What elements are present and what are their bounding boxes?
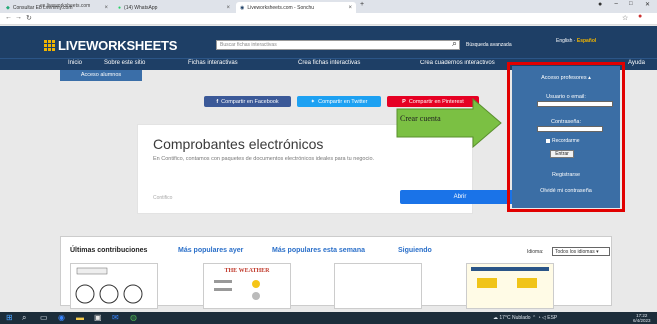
- search-input[interactable]: Buscar fichas interactivas: [216, 40, 460, 50]
- checkbox-icon: [546, 139, 550, 143]
- arrow-right-icon: [396, 98, 502, 148]
- ad-advertiser: Contifico: [153, 195, 173, 201]
- annotation-label: Crear cuenta: [400, 114, 441, 123]
- menu-item-about[interactable]: Sobre este sitio: [104, 60, 145, 66]
- edge-icon[interactable]: ◉: [58, 313, 65, 322]
- worksheet-thumbnail: [214, 280, 260, 300]
- forgot-password-link[interactable]: Olvidé mi contraseña: [512, 188, 620, 194]
- chrome-icon[interactable]: ◍: [130, 313, 137, 322]
- ad-open-button[interactable]: Abrir: [400, 190, 520, 204]
- weather-text[interactable]: 17°C Nublado: [499, 315, 530, 321]
- forward-icon[interactable]: →: [15, 14, 22, 21]
- remember-me-checkbox[interactable]: Recordarme: [546, 138, 580, 144]
- tab-favicon-icon: ◆: [6, 4, 10, 11]
- weather-icon: ☁: [493, 315, 498, 321]
- twitter-icon: ✦: [310, 98, 316, 105]
- tab-popular-yesterday[interactable]: Más populares ayer: [178, 247, 243, 254]
- site-logo[interactable]: LIVEWORKSHEETS: [44, 38, 177, 53]
- menu-item-inicio[interactable]: Inicio: [68, 60, 82, 66]
- back-icon[interactable]: ←: [5, 14, 12, 21]
- bookmark-star-icon[interactable]: ☆: [622, 14, 628, 22]
- language-filter-label: Idioma:: [527, 249, 544, 255]
- worksheet-card[interactable]: [466, 263, 554, 309]
- worksheet-card[interactable]: [334, 263, 422, 309]
- tab-latest[interactable]: Últimas contribuciones: [70, 247, 147, 254]
- ad-description: En Contifico, contamos con paquetes de d…: [153, 156, 375, 162]
- language-filter-select[interactable]: Todos los idiomas ▾: [552, 247, 610, 256]
- url-field[interactable]: es.liveworksheets.com: [40, 2, 620, 10]
- facebook-icon: f: [216, 98, 219, 105]
- lang-spanish-link[interactable]: Español: [577, 38, 596, 44]
- menu-item-help[interactable]: Ayuda: [628, 60, 645, 66]
- tab-popular-week[interactable]: Más populares esta semana: [272, 247, 365, 254]
- worksheet-card[interactable]: THE WEATHER: [203, 263, 291, 309]
- user-label: Usuario o email:: [546, 94, 586, 100]
- screenshot-root: ◆ Consultar Eb Lvemmy.com × ● (14) Whats…: [0, 0, 657, 324]
- share-label: Compartir en Twitter: [318, 98, 368, 105]
- login-submit-button[interactable]: Entrar: [550, 150, 574, 158]
- menu-item-create-worksheets[interactable]: Crea fichas interactivas: [298, 60, 360, 66]
- search-icon[interactable]: ⌕: [452, 38, 457, 49]
- clock[interactable]: 17:22 6/4/2023: [633, 313, 651, 323]
- windows-start-icon[interactable]: ⊞: [6, 313, 13, 322]
- logo-text: LIVEWORKSHEETS: [58, 38, 178, 53]
- language-indicator[interactable]: ESP: [547, 315, 557, 321]
- password-input[interactable]: [537, 126, 603, 132]
- maximize-button[interactable]: □: [629, 1, 633, 7]
- language-switch: English · Español: [556, 38, 597, 44]
- search-icon[interactable]: ⌕: [22, 313, 26, 323]
- worksheet-thumbnail: [75, 267, 143, 304]
- login-panel-title[interactable]: Acceso profesores ▴: [512, 75, 620, 81]
- file-explorer-icon[interactable]: ▬: [76, 313, 84, 322]
- address-bar: [0, 13, 657, 25]
- chevron-down-icon: ▾: [596, 249, 599, 255]
- close-window-button[interactable]: ✕: [645, 1, 650, 8]
- volume-icon[interactable]: ◁: [542, 315, 546, 321]
- share-twitter-button[interactable]: ✦ Compartir en Twitter: [297, 96, 381, 107]
- menu-item-worksheets[interactable]: Fichas interactivas: [188, 60, 238, 66]
- reload-icon[interactable]: ↻: [26, 14, 32, 22]
- share-facebook-button[interactable]: f Compartir en Facebook: [204, 96, 291, 107]
- mail-icon[interactable]: ✉: [112, 313, 119, 322]
- ad-title: Comprobantes electrónicos: [153, 136, 324, 152]
- tab-following[interactable]: Siguiendo: [398, 247, 432, 254]
- profile-avatar-icon[interactable]: ●: [638, 13, 642, 20]
- user-email-input[interactable]: [537, 101, 613, 107]
- advanced-search-link[interactable]: Búsqueda avanzada: [466, 42, 512, 48]
- worksheet-card[interactable]: [70, 263, 158, 309]
- task-view-icon[interactable]: ▭: [40, 313, 48, 322]
- worksheet-thumbnail: [471, 267, 549, 288]
- system-tray: ☁ 17°C Nublado ⌃ ◔ ◁ ESP: [493, 315, 557, 321]
- lang-english-link[interactable]: English: [556, 38, 572, 44]
- logo-grid-icon: [44, 40, 55, 51]
- students-access-button[interactable]: Acceso alumnos: [60, 70, 142, 81]
- menu-item-create-workbooks[interactable]: Crea cuadernos interactivos: [420, 60, 506, 66]
- network-icon[interactable]: ◔: [538, 315, 541, 321]
- register-link[interactable]: Registrarse: [512, 172, 620, 178]
- store-icon[interactable]: ▣: [94, 313, 102, 322]
- share-label: Compartir en Facebook: [221, 98, 279, 105]
- password-label: Contraseña:: [551, 119, 581, 125]
- clock-date: 6/4/2023: [633, 318, 651, 323]
- chevron-up-icon: ▴: [588, 75, 591, 81]
- remember-label: Recordarme: [552, 138, 580, 144]
